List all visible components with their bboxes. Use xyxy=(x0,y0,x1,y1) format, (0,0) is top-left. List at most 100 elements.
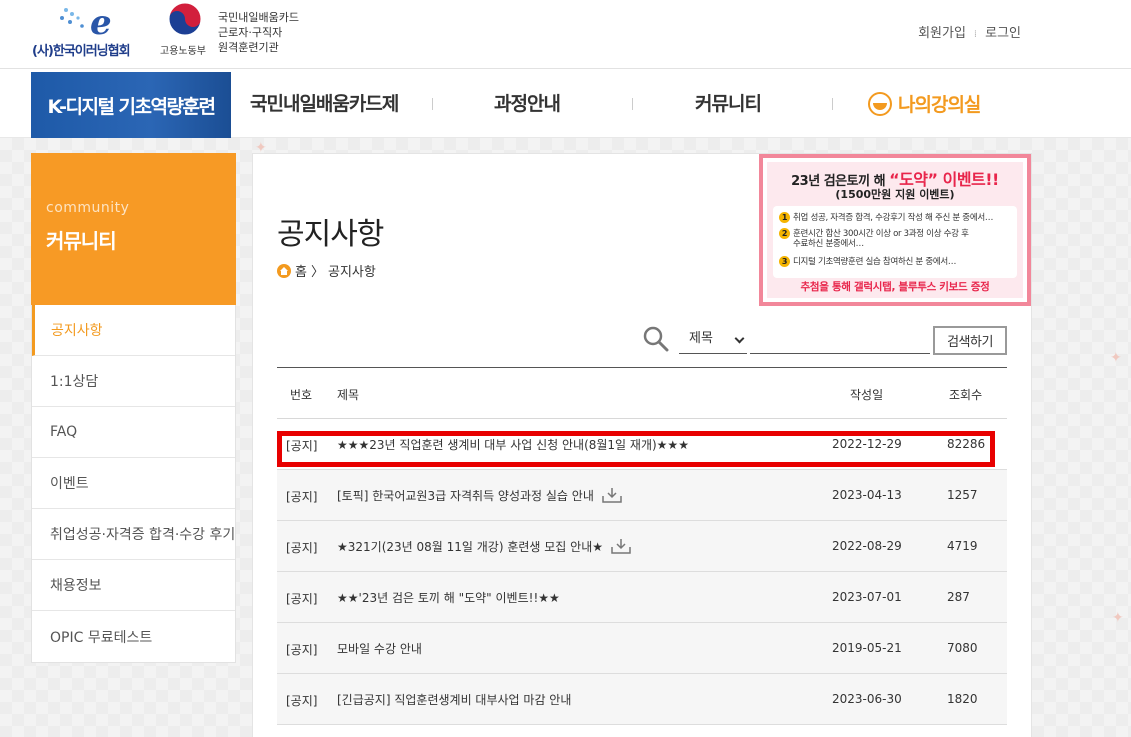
banner-subtitle: (1500만원 지원 이벤트) xyxy=(835,188,955,201)
banner-line: 1 취업 성공, 자격증 합격, 수강후기 작성 해 주신 분 중에서… xyxy=(779,212,993,224)
banner-footer: 추첨을 통해 갤럭시탭, 블루투스 키보드 증정 xyxy=(800,281,990,293)
chevron-right-icon: 〉 xyxy=(310,265,324,280)
sidebar: community 커뮤니티 공지사항 1:1상담 FAQ 이벤트 취업성공·자… xyxy=(31,153,236,663)
banner-line: 3 디지털 기초역량훈련 실습 참여하신 분 중에서… xyxy=(779,256,956,268)
row-title[interactable]: 모바일 수강 안내 xyxy=(337,638,422,658)
row-no: [공지] xyxy=(286,439,318,453)
breadcrumb-home[interactable]: 홈 xyxy=(295,261,307,280)
row-no: [공지] xyxy=(286,694,318,708)
sidebar-subtitle: community xyxy=(46,200,130,216)
gov-line: 국민내일배움카드 xyxy=(218,11,299,24)
e-logo-icon: e xyxy=(60,4,112,40)
breadcrumb: 홈 〉 공지사항 xyxy=(277,261,376,280)
sidebar-title: 커뮤니티 xyxy=(46,229,117,253)
row-title-text: ★★★23년 직업훈련 생계비 대부 사업 신청 안내(8월1일 재개)★★★ xyxy=(337,437,689,452)
row-views: 1257 xyxy=(947,488,978,502)
org-name: (사)한국이러닝협회 xyxy=(32,44,131,59)
row-title-text: ★321기(23년 08월 11일 개강) 훈련생 모집 안내★ xyxy=(337,539,603,554)
table-row[interactable]: [공지] ★321기(23년 08월 11일 개강) 훈련생 모집 안내★ 20… xyxy=(277,521,1007,572)
banner-line: 수료하신 분중에서… xyxy=(793,239,864,249)
col-date: 작성일 xyxy=(850,388,884,402)
search-field-value: 제목 xyxy=(689,331,713,346)
row-title[interactable]: ★321기(23년 08월 11일 개강) 훈련생 모집 안내★ xyxy=(337,536,631,556)
search-field-select[interactable]: 제목 xyxy=(679,326,747,354)
table-header: 번호 제목 작성일 조회수 xyxy=(277,367,1007,419)
row-views: 287 xyxy=(947,590,970,604)
sidebar-item-consult[interactable]: 1:1상담 xyxy=(32,356,235,407)
sidebar-item-opic[interactable]: OPIC 무료테스트 xyxy=(32,611,235,662)
svg-text:e: e xyxy=(90,4,112,40)
login-link[interactable]: 로그인 xyxy=(985,26,1021,41)
table-row[interactable]: [공지] 모바일 수강 안내 2019-05-21 7080 xyxy=(277,623,1007,674)
signup-link[interactable]: 회원가입 xyxy=(918,26,966,41)
attachment-icon[interactable] xyxy=(611,538,631,554)
chevron-down-icon xyxy=(734,333,745,344)
gov-text: 국민내일배움카드 근로자·구직자 원격훈련기관 xyxy=(218,10,299,55)
row-title-text: [긴급공지] 직업훈련생계비 대부사업 마감 안내 xyxy=(337,692,572,707)
row-views: 1820 xyxy=(947,692,978,706)
row-no: [공지] xyxy=(286,592,318,606)
sidebar-item-notice[interactable]: 공지사항 xyxy=(32,305,235,356)
nav-item-community[interactable]: 커뮤니티 xyxy=(695,89,762,116)
row-views: 7080 xyxy=(947,641,978,655)
row-no: [공지] xyxy=(286,490,318,504)
row-title[interactable]: [토픽] 한국어교원3급 자격취득 양성과정 실습 안내 xyxy=(337,485,622,505)
nav-item-my-lecture[interactable]: 나의강의실 xyxy=(868,90,981,117)
table-row[interactable]: [공지] [토픽] 한국어교원3급 자격취득 양성과정 실습 안내 2023-0… xyxy=(277,470,1007,521)
row-no: [공지] xyxy=(286,541,318,555)
sidebar-item-faq[interactable]: FAQ xyxy=(32,407,235,458)
sidebar-item-reviews[interactable]: 취업성공·자격증 합격·수강 후기 xyxy=(32,509,235,560)
banner-details: 1 취업 성공, 자격증 합격, 수강후기 작성 해 주신 분 중에서… 2 훈련시… xyxy=(773,206,1017,278)
row-title-text: 모바일 수강 안내 xyxy=(337,641,422,656)
row-title[interactable]: ★★'23년 검은 토끼 해 "도약" 이벤트!!★★ xyxy=(337,587,560,607)
row-date: 2023-07-01 xyxy=(832,590,902,604)
home-icon[interactable] xyxy=(277,263,291,278)
top-header: e (사)한국이러닝협회 고용노동부 국민내일배움카드 근로자·구직자 원격훈련… xyxy=(0,0,1131,69)
sidebar-item-jobs[interactable]: 채용정보 xyxy=(32,560,235,611)
account-links: 회원가입 ⁞ 로그인 xyxy=(918,22,1021,41)
ministry-name: 고용노동부 xyxy=(160,46,206,57)
notice-table: 번호 제목 작성일 조회수 [공지] ★★★23년 직업훈련 생계비 대부 사업… xyxy=(277,367,1007,725)
nav-brand[interactable]: K-디지털 기초역량훈련 xyxy=(31,72,231,138)
nav-divider xyxy=(832,98,833,110)
decor-star-icon: ✦ xyxy=(1110,350,1122,366)
row-date: 2022-08-29 xyxy=(832,539,902,553)
sidebar-item-event[interactable]: 이벤트 xyxy=(32,458,235,509)
page-title: 공지사항 xyxy=(277,217,384,252)
gov-logo: 고용노동부 국민내일배움카드 근로자·구직자 원격훈련기관 xyxy=(160,2,320,62)
table-row[interactable]: [공지] ★★'23년 검은 토끼 해 "도약" 이벤트!!★★ 2023-07… xyxy=(277,572,1007,623)
col-views: 조회수 xyxy=(949,388,983,402)
nav-divider xyxy=(432,98,433,110)
search-button[interactable]: 검색하기 xyxy=(933,326,1007,355)
org-logo[interactable]: e (사)한국이러닝협회 xyxy=(32,4,152,60)
attachment-icon[interactable] xyxy=(602,487,622,503)
banner-body: 23년 검은토끼 해 “도약” 이벤트!! (1500만원 지원 이벤트) 1취… xyxy=(767,162,1023,298)
row-date: 2022-12-29 xyxy=(832,437,902,451)
row-date: 2023-06-30 xyxy=(832,692,902,706)
sidebar-header: community 커뮤니티 xyxy=(31,153,236,305)
gov-line: 근로자·구직자 xyxy=(218,26,283,39)
search-icon[interactable] xyxy=(643,326,669,352)
row-no: [공지] xyxy=(286,643,318,657)
row-date: 2023-04-13 xyxy=(832,488,902,502)
decor-star-icon: ✦ xyxy=(1112,610,1124,626)
gov-line: 원격훈련기관 xyxy=(218,41,279,54)
event-banner[interactable]: 23년 검은토끼 해 “도약” 이벤트!! (1500만원 지원 이벤트) 1취… xyxy=(759,154,1031,306)
my-lecture-label: 나의강의실 xyxy=(898,94,981,116)
row-title-text: ★★'23년 검은 토끼 해 "도약" 이벤트!!★★ xyxy=(337,590,560,605)
row-title-text: [토픽] 한국어교원3급 자격취득 양성과정 실습 안내 xyxy=(337,488,594,503)
nav-item-courses[interactable]: 과정안내 xyxy=(494,89,561,116)
row-views: 4719 xyxy=(947,539,978,553)
row-title[interactable]: [긴급공지] 직업훈련생계비 대부사업 마감 안내 xyxy=(337,689,571,709)
taegeuk-icon xyxy=(168,2,202,36)
nav-item-card[interactable]: 국민내일배움카드제 xyxy=(250,89,399,116)
col-no: 번호 xyxy=(290,388,313,402)
table-row[interactable]: [공지] [긴급공지] 직업훈련생계비 대부사업 마감 안내 2023-06-3… xyxy=(277,674,1007,725)
table-row[interactable]: [공지] ★★★23년 직업훈련 생계비 대부 사업 신청 안내(8월1일 재개… xyxy=(277,419,1007,470)
row-title[interactable]: ★★★23년 직업훈련 생계비 대부 사업 신청 안내(8월1일 재개)★★★ xyxy=(337,434,689,454)
search-input[interactable] xyxy=(750,326,930,354)
nav-divider xyxy=(632,98,633,110)
smile-icon xyxy=(868,91,892,116)
breadcrumb-current: 공지사항 xyxy=(327,265,376,280)
divider: ⁞ xyxy=(973,29,978,40)
